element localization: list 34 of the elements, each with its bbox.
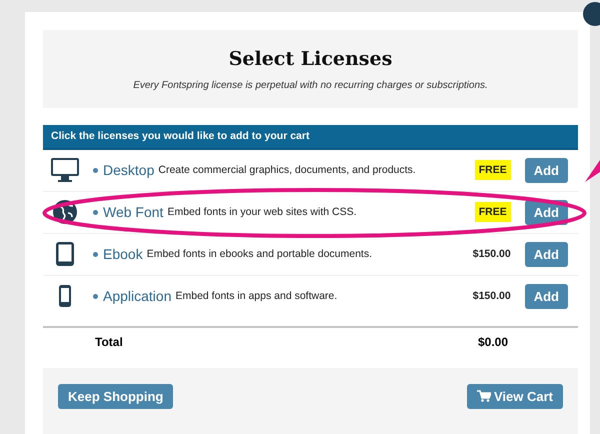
globe-icon — [52, 199, 78, 226]
license-name[interactable]: Ebook — [103, 246, 143, 262]
add-button[interactable]: Add — [524, 158, 568, 183]
phone-icon — [58, 284, 72, 308]
bullet-icon — [93, 210, 98, 215]
license-name[interactable]: Desktop — [103, 162, 154, 178]
license-price: $150.00 — [472, 247, 511, 262]
dialog-subtitle: Every Fontspring license is perpetual with no recurring charges or subscriptions. — [133, 80, 488, 90]
table-header: Click the licenses you would like to add to your cart — [43, 125, 578, 150]
bullet-icon — [93, 252, 98, 257]
dialog-title: Select Licenses — [228, 48, 392, 70]
license-description: Embed fonts in apps and software. — [176, 290, 338, 302]
pointer-arrow — [585, 160, 600, 182]
license-description: Create commercial graphics, documents, and products. — [158, 164, 417, 176]
total-value: $0.00 — [478, 335, 508, 350]
license-name[interactable]: Web Font — [103, 204, 164, 220]
view-cart-label: View Cart — [494, 388, 553, 404]
license-description: Embed fonts in your web sites with CSS. — [167, 206, 358, 218]
bullet-icon — [93, 294, 98, 298]
tablet-icon — [55, 241, 75, 268]
close-button[interactable] — [583, 2, 600, 26]
keep-shopping-button[interactable]: Keep Shopping — [58, 384, 174, 409]
bullet-icon — [93, 168, 98, 173]
monitor-icon — [50, 157, 80, 184]
add-button[interactable]: Add — [524, 242, 568, 267]
license-name[interactable]: Application — [103, 288, 172, 304]
license-description: Embed fonts in ebooks and portable documents. — [146, 248, 374, 260]
add-button[interactable]: Add — [524, 284, 568, 308]
license-price: $150.00 — [472, 289, 511, 304]
total-label: Total — [95, 335, 124, 350]
cart-icon — [476, 390, 491, 402]
view-cart-button[interactable]: View Cart — [466, 384, 563, 409]
license-price: FREE — [474, 202, 511, 222]
license-price: FREE — [474, 160, 511, 180]
